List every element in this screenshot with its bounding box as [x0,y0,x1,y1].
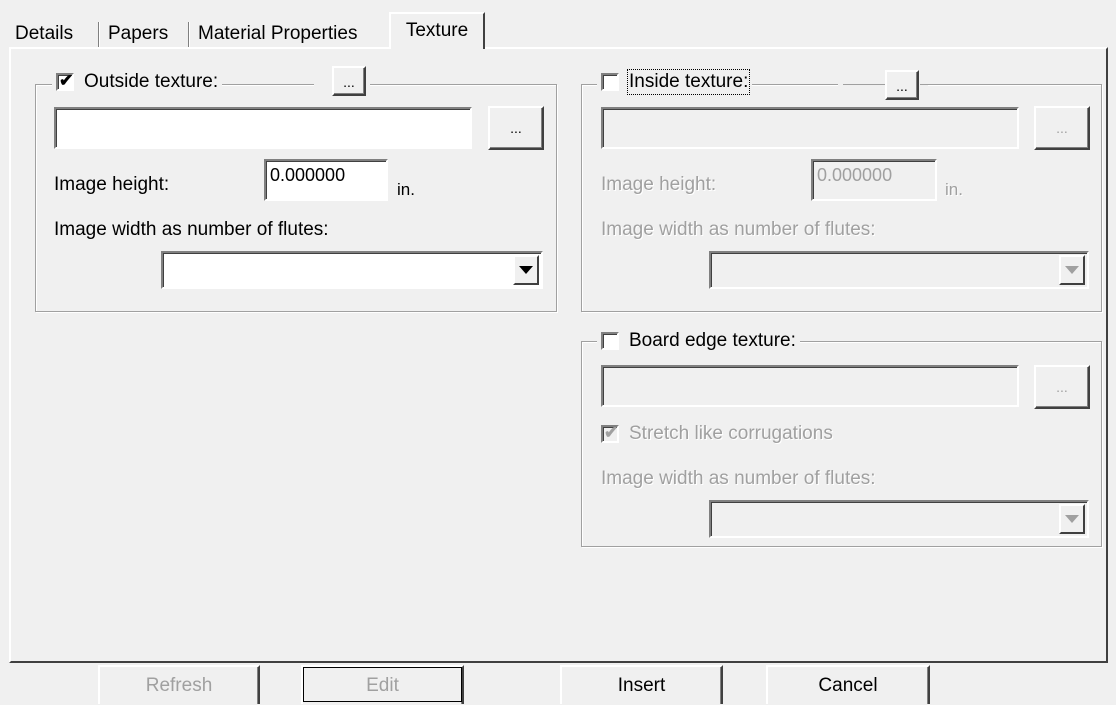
outside-units-label: in. [397,180,415,199]
cancel-button[interactable]: Cancel [766,665,930,704]
group-header-line [843,84,885,85]
stretch-like-corrugations-option[interactable]: ✔ Stretch like corrugations [601,423,833,445]
inside-image-width-select[interactable] [709,251,1089,289]
inside-texture-checkbox[interactable] [601,73,619,91]
insert-button[interactable]: Insert [560,665,723,704]
tab-texture[interactable]: Texture [389,12,485,49]
tab-separator [188,22,190,48]
outside-texture-path-input[interactable] [54,107,472,149]
chevron-down-icon[interactable] [513,255,539,285]
outside-image-height-label: Image height: [54,174,170,195]
inside-units-label: in. [945,180,963,199]
outside-image-width-select[interactable] [161,251,543,289]
board-edge-texture-label: Board edge texture: [629,330,796,351]
inside-texture-path-input[interactable] [601,107,1019,149]
chevron-down-icon[interactable] [1059,255,1085,285]
outside-header-ellipsis-button[interactable]: ... [332,66,366,96]
outside-browse-button[interactable]: ... [488,106,544,150]
outside-image-height-input[interactable]: 0.000000 [264,159,388,201]
board-edge-image-width-label: Image width as number of flutes: [601,468,876,489]
tab-material-properties[interactable]: Material Properties [196,20,359,50]
outside-texture-checkbox[interactable]: ✔ [56,71,74,91]
board-edge-browse-button[interactable]: ... [1034,365,1090,409]
refresh-button[interactable]: Refresh [98,665,260,704]
board-edge-path-input[interactable] [601,365,1019,407]
board-edge-texture-header: Board edge texture: [597,327,800,355]
inside-image-height-label: Image height: [601,174,717,195]
edit-button[interactable]: Edit [301,665,464,704]
inside-browse-button[interactable]: ... [1034,106,1090,150]
tab-details[interactable]: Details [13,20,75,50]
inside-header-ellipsis-button[interactable]: ... [885,70,919,100]
outside-texture-label: Outside texture: [84,71,219,92]
chevron-down-icon[interactable] [1059,504,1085,534]
inside-image-height-input[interactable]: 0.000000 [811,159,937,201]
board-edge-image-width-select[interactable] [709,500,1089,538]
inside-texture-header: Inside texture: [597,68,753,96]
outside-texture-header: ✔ Outside texture: [52,68,223,96]
tab-papers[interactable]: Papers [106,20,170,50]
group-header-line [920,84,1102,85]
tab-separator [98,22,100,48]
inside-image-width-label: Image width as number of flutes: [601,219,876,240]
inside-texture-label: Inside texture: [626,69,751,95]
board-edge-texture-checkbox[interactable] [601,332,619,350]
outside-image-width-label: Image width as number of flutes: [54,219,329,240]
stretch-like-corrugations-checkbox[interactable]: ✔ [601,423,619,443]
stretch-like-corrugations-label: Stretch like corrugations [629,423,833,444]
